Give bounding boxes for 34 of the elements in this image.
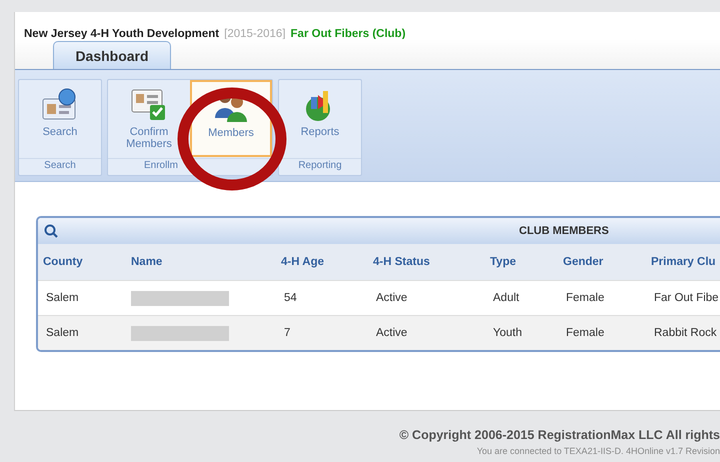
table-cell-text: Female <box>565 327 606 339</box>
table-cell-text: Far Out Fibe <box>653 292 716 304</box>
table-cell-text: Rabbit Rock <box>653 327 716 339</box>
year-range: [2015-2016] <box>224 28 286 39</box>
table-cell-text: Active <box>375 292 408 304</box>
table-cell-text: Female <box>565 292 606 304</box>
table-title: CLUB MEMBERS <box>519 225 609 237</box>
id-card-check-icon <box>130 87 168 123</box>
column-header[interactable]: County <box>38 256 126 268</box>
column-header[interactable]: Primary Clu <box>646 256 716 268</box>
column-header[interactable]: 4-H Status <box>368 256 485 268</box>
club-name: Far Out Fibers (Club) <box>290 28 406 39</box>
table-cell-text: Adult <box>492 292 520 304</box>
group-label: Enrollm <box>108 158 272 175</box>
ribbon-button[interactable]: Confirm Members <box>108 80 190 157</box>
table-cell-text: Youth <box>492 327 523 339</box>
column-header[interactable]: Type <box>485 256 558 268</box>
table-cell-text: Salem <box>45 327 80 339</box>
organization-title: New Jersey 4-H Youth Development <box>24 28 220 39</box>
search-icon[interactable] <box>44 224 58 238</box>
column-header[interactable]: Gender <box>558 256 646 268</box>
ribbon-button[interactable]: Search <box>19 80 101 157</box>
group-label: Reporting <box>279 158 361 175</box>
group-label: Search <box>19 158 101 175</box>
table-cell-text: 7 <box>283 327 292 339</box>
copyright-text: © Copyright 2006-2015 RegistrationMax LLC All rights <box>399 428 720 442</box>
ribbon-button[interactable]: Reports <box>279 80 361 157</box>
connection-info: You are connected to TEXA21-IIS-D. 4HOnline v1.7 Revision <box>476 446 720 456</box>
table-cell-text: 54 <box>283 292 298 304</box>
column-header[interactable]: Name <box>126 256 276 268</box>
column-header[interactable]: 4-H Age <box>276 256 368 268</box>
dashboard-tab[interactable]: Dashboard <box>53 41 171 69</box>
table-cell-text: Active <box>375 327 408 339</box>
table-cell-text: Salem <box>45 292 80 304</box>
